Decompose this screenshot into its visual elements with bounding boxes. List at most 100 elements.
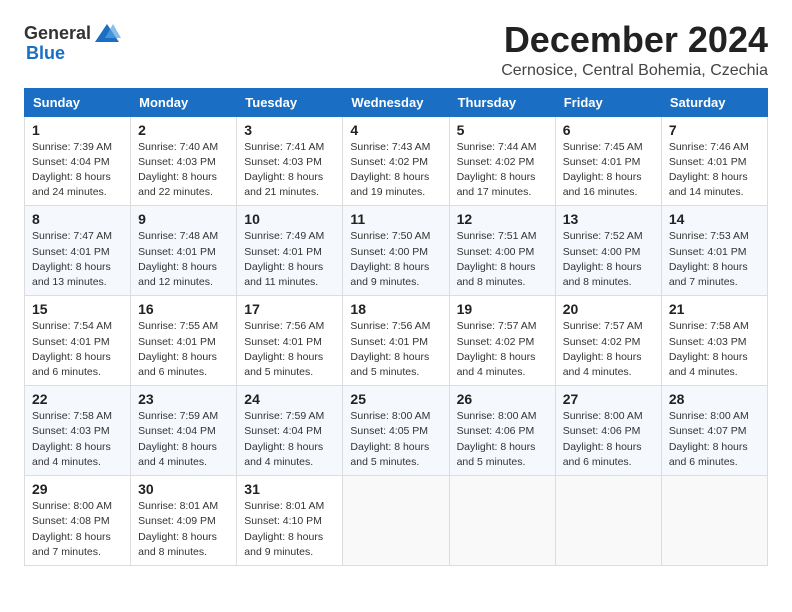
calendar-cell: 31 Sunrise: 8:01 AM Sunset: 4:10 PM Dayli… — [237, 476, 343, 566]
day-number: 20 — [563, 301, 654, 317]
calendar-cell: 21 Sunrise: 7:58 AM Sunset: 4:03 PM Dayli… — [661, 296, 767, 386]
calendar-cell: 12 Sunrise: 7:51 AM Sunset: 4:00 PM Dayli… — [449, 206, 555, 296]
calendar-cell: 1 Sunrise: 7:39 AM Sunset: 4:04 PM Daylig… — [25, 116, 131, 206]
calendar-cell: 10 Sunrise: 7:49 AM Sunset: 4:01 PM Dayli… — [237, 206, 343, 296]
calendar-week-row: 15 Sunrise: 7:54 AM Sunset: 4:01 PM Dayli… — [25, 296, 768, 386]
calendar-cell: 24Sunrise: 7:59 AM Sunset: 4:04 PM Dayli… — [237, 386, 343, 476]
calendar-cell — [555, 476, 661, 566]
calendar-cell: 17 Sunrise: 7:56 AM Sunset: 4:01 PM Dayli… — [237, 296, 343, 386]
day-info: Sunrise: 7:45 AM Sunset: 4:01 PM Dayligh… — [563, 140, 654, 201]
calendar-cell: 26 Sunrise: 8:00 AM Sunset: 4:06 PM Dayli… — [449, 386, 555, 476]
day-info: Sunrise: 7:47 AM Sunset: 4:01 PM Dayligh… — [32, 229, 123, 290]
day-info: Sunrise: 7:58 AM Sunset: 4:03 PM Dayligh… — [669, 319, 760, 380]
day-info: Sunrise: 8:00 AM Sunset: 4:05 PM Dayligh… — [350, 409, 441, 470]
month-title: December 2024 — [501, 20, 768, 60]
day-number: 15 — [32, 301, 123, 317]
day-info: Sunrise: 8:00 AM Sunset: 4:07 PM Dayligh… — [669, 409, 760, 470]
day-number: 16 — [138, 301, 229, 317]
day-info: Sunrise: 8:01 AM Sunset: 4:10 PM Dayligh… — [244, 499, 335, 560]
logo-general: General — [24, 24, 91, 44]
day-info: Sunrise: 7:49 AM Sunset: 4:01 PM Dayligh… — [244, 229, 335, 290]
day-info: Sunrise: 7:48 AM Sunset: 4:01 PM Dayligh… — [138, 229, 229, 290]
day-info: Sunrise: 8:00 AM Sunset: 4:06 PM Dayligh… — [563, 409, 654, 470]
day-info: Sunrise: 7:41 AM Sunset: 4:03 PM Dayligh… — [244, 140, 335, 201]
day-number: 3 — [244, 122, 335, 138]
day-number: 24 — [244, 391, 335, 407]
day-number: 19 — [457, 301, 548, 317]
day-info: Sunrise: 7:58 AM Sunset: 4:03 PM Dayligh… — [32, 409, 123, 470]
calendar-cell: 6 Sunrise: 7:45 AM Sunset: 4:01 PM Daylig… — [555, 116, 661, 206]
calendar-cell: 2 Sunrise: 7:40 AM Sunset: 4:03 PM Daylig… — [131, 116, 237, 206]
calendar-week-row: 8 Sunrise: 7:47 AM Sunset: 4:01 PM Daylig… — [25, 206, 768, 296]
day-info: Sunrise: 8:00 AM Sunset: 4:08 PM Dayligh… — [32, 499, 123, 560]
calendar-cell: 28Sunrise: 8:00 AM Sunset: 4:07 PM Dayli… — [661, 386, 767, 476]
day-number: 12 — [457, 211, 548, 227]
page-header: General Blue December 2024 Cernosice, Ce… — [24, 20, 768, 80]
calendar-cell: 25Sunrise: 8:00 AM Sunset: 4:05 PM Dayli… — [343, 386, 449, 476]
day-info: Sunrise: 7:57 AM Sunset: 4:02 PM Dayligh… — [563, 319, 654, 380]
calendar-cell: 14Sunrise: 7:53 AM Sunset: 4:01 PM Dayli… — [661, 206, 767, 296]
calendar-cell: 30Sunrise: 8:01 AM Sunset: 4:09 PM Dayli… — [131, 476, 237, 566]
day-number: 2 — [138, 122, 229, 138]
day-number: 7 — [669, 122, 760, 138]
calendar-cell: 15 Sunrise: 7:54 AM Sunset: 4:01 PM Dayli… — [25, 296, 131, 386]
calendar-cell: 9 Sunrise: 7:48 AM Sunset: 4:01 PM Daylig… — [131, 206, 237, 296]
calendar-cell: 22 Sunrise: 7:58 AM Sunset: 4:03 PM Dayli… — [25, 386, 131, 476]
calendar-cell: 5Sunrise: 7:44 AM Sunset: 4:02 PM Daylig… — [449, 116, 555, 206]
calendar-cell — [343, 476, 449, 566]
column-header-sunday: Sunday — [25, 88, 131, 116]
day-number: 5 — [457, 122, 548, 138]
day-info: Sunrise: 7:55 AM Sunset: 4:01 PM Dayligh… — [138, 319, 229, 380]
logo-blue: Blue — [26, 44, 65, 64]
day-number: 9 — [138, 211, 229, 227]
column-header-thursday: Thursday — [449, 88, 555, 116]
day-info: Sunrise: 8:00 AM Sunset: 4:06 PM Dayligh… — [457, 409, 548, 470]
day-info: Sunrise: 7:57 AM Sunset: 4:02 PM Dayligh… — [457, 319, 548, 380]
day-number: 30 — [138, 481, 229, 497]
day-info: Sunrise: 7:50 AM Sunset: 4:00 PM Dayligh… — [350, 229, 441, 290]
calendar-cell: 7 Sunrise: 7:46 AM Sunset: 4:01 PM Daylig… — [661, 116, 767, 206]
calendar-cell: 3 Sunrise: 7:41 AM Sunset: 4:03 PM Daylig… — [237, 116, 343, 206]
day-number: 11 — [350, 211, 441, 227]
calendar-cell: 13 Sunrise: 7:52 AM Sunset: 4:00 PM Dayli… — [555, 206, 661, 296]
day-number: 1 — [32, 122, 123, 138]
calendar-week-row: 22 Sunrise: 7:58 AM Sunset: 4:03 PM Dayli… — [25, 386, 768, 476]
column-header-monday: Monday — [131, 88, 237, 116]
day-info: Sunrise: 7:46 AM Sunset: 4:01 PM Dayligh… — [669, 140, 760, 201]
calendar-cell: 19 Sunrise: 7:57 AM Sunset: 4:02 PM Dayli… — [449, 296, 555, 386]
day-number: 31 — [244, 481, 335, 497]
calendar-cell: 29Sunrise: 8:00 AM Sunset: 4:08 PM Dayli… — [25, 476, 131, 566]
column-header-wednesday: Wednesday — [343, 88, 449, 116]
day-number: 10 — [244, 211, 335, 227]
column-header-friday: Friday — [555, 88, 661, 116]
day-info: Sunrise: 7:54 AM Sunset: 4:01 PM Dayligh… — [32, 319, 123, 380]
calendar-cell — [449, 476, 555, 566]
day-number: 27 — [563, 391, 654, 407]
calendar-cell: 8 Sunrise: 7:47 AM Sunset: 4:01 PM Daylig… — [25, 206, 131, 296]
day-number: 13 — [563, 211, 654, 227]
calendar-cell: 23Sunrise: 7:59 AM Sunset: 4:04 PM Dayli… — [131, 386, 237, 476]
day-number: 23 — [138, 391, 229, 407]
logo: General Blue — [24, 20, 121, 64]
day-info: Sunrise: 7:40 AM Sunset: 4:03 PM Dayligh… — [138, 140, 229, 201]
day-number: 8 — [32, 211, 123, 227]
day-number: 26 — [457, 391, 548, 407]
calendar-cell: 4Sunrise: 7:43 AM Sunset: 4:02 PM Daylig… — [343, 116, 449, 206]
day-info: Sunrise: 7:39 AM Sunset: 4:04 PM Dayligh… — [32, 140, 123, 201]
column-header-saturday: Saturday — [661, 88, 767, 116]
day-number: 21 — [669, 301, 760, 317]
day-number: 17 — [244, 301, 335, 317]
calendar-cell: 20 Sunrise: 7:57 AM Sunset: 4:02 PM Dayli… — [555, 296, 661, 386]
day-number: 22 — [32, 391, 123, 407]
day-info: Sunrise: 7:52 AM Sunset: 4:00 PM Dayligh… — [563, 229, 654, 290]
calendar-cell — [661, 476, 767, 566]
day-info: Sunrise: 7:43 AM Sunset: 4:02 PM Dayligh… — [350, 140, 441, 201]
calendar-week-row: 29Sunrise: 8:00 AM Sunset: 4:08 PM Dayli… — [25, 476, 768, 566]
title-area: December 2024 Cernosice, Central Bohemia… — [501, 20, 768, 80]
day-number: 6 — [563, 122, 654, 138]
day-info: Sunrise: 7:56 AM Sunset: 4:01 PM Dayligh… — [244, 319, 335, 380]
day-info: Sunrise: 7:51 AM Sunset: 4:00 PM Dayligh… — [457, 229, 548, 290]
day-info: Sunrise: 7:53 AM Sunset: 4:01 PM Dayligh… — [669, 229, 760, 290]
calendar-cell: 11 Sunrise: 7:50 AM Sunset: 4:00 PM Dayli… — [343, 206, 449, 296]
calendar-header-row: SundayMondayTuesdayWednesdayThursdayFrid… — [25, 88, 768, 116]
